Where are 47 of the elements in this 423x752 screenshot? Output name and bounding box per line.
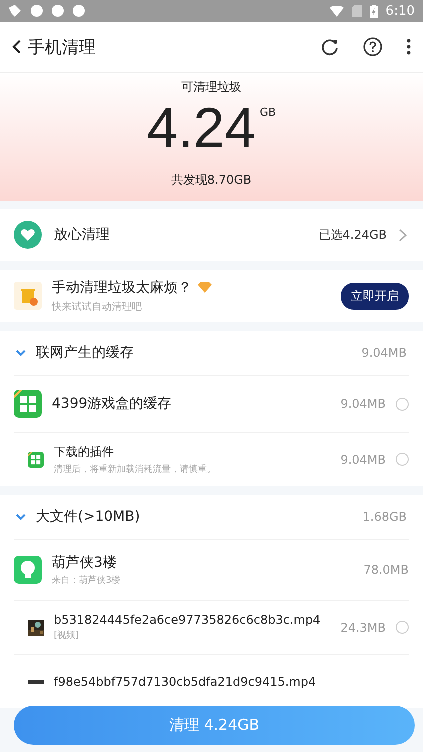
enable-button[interactable]: 立即开启 (341, 282, 409, 310)
game-app-icon (28, 452, 44, 468)
safe-clean-label: 放心清理 (54, 226, 111, 244)
item-size: 78.0MB (364, 563, 409, 577)
select-radio[interactable] (396, 398, 409, 410)
promo-title: 手动清理垃圾太麻烦？ (52, 278, 192, 296)
game-app-icon (14, 390, 42, 418)
select-radio[interactable] (396, 453, 409, 466)
promo-subtitle: 快来试试自动清理吧 (52, 300, 143, 314)
junk-amount: 4.24 (146, 96, 256, 160)
section-title: 联网产生的缓存 (36, 344, 135, 362)
found-total: 共发现8.70GB (171, 172, 252, 189)
help-icon[interactable] (363, 37, 383, 57)
select-radio[interactable] (396, 621, 409, 634)
chevron-down-icon[interactable] (16, 514, 26, 520)
safe-clean-row[interactable]: 放心清理 已选4.24GB (0, 209, 423, 261)
item-subtitle: 来自：葫芦侠3楼 (52, 574, 122, 586)
item-title: 葫芦侠3楼 (52, 554, 118, 572)
selected-size: 已选4.24GB (318, 226, 387, 244)
back-icon[interactable] (12, 40, 22, 54)
diamond-icon (198, 282, 212, 293)
no-sim-icon (352, 5, 362, 17)
chevron-right-icon (399, 228, 407, 242)
file-icon (28, 680, 44, 684)
summary-label: 可清理垃圾 (182, 79, 242, 96)
item-size: 24.3MB (340, 620, 386, 634)
gourd-app-icon (14, 556, 42, 584)
wifi-icon (330, 6, 344, 16)
chevron-down-icon[interactable] (16, 350, 26, 356)
item-title: b531824445fe2a6ce97735826c6c8b3c.mp4 (54, 613, 322, 627)
section-title: 大文件(>10MB) (36, 508, 142, 526)
amount-unit: GB (260, 106, 276, 119)
trash-clock-icon (14, 282, 42, 310)
item-size: 9.04MB (340, 397, 386, 411)
section-size: 9.04MB (362, 346, 407, 360)
item-size: 9.04MB (340, 452, 386, 466)
status-time: 6:10 (386, 4, 415, 18)
section-size: 1.68GB (362, 510, 407, 524)
more-icon[interactable] (407, 39, 411, 55)
item-title: f98e54bbf757d7130cb5dfa21d9c9415.mp4 (54, 674, 318, 688)
item-title: 下载的插件 (54, 444, 115, 460)
battery-icon (370, 4, 378, 18)
page-title: 手机清理 (28, 36, 97, 58)
item-subtitle: 清理后，将重新加载消耗流量，请慎重。 (54, 464, 217, 476)
refresh-icon[interactable] (321, 38, 339, 56)
item-title: 4399游戏盒的缓存 (52, 395, 173, 413)
item-subtitle: [视频] (54, 630, 80, 642)
